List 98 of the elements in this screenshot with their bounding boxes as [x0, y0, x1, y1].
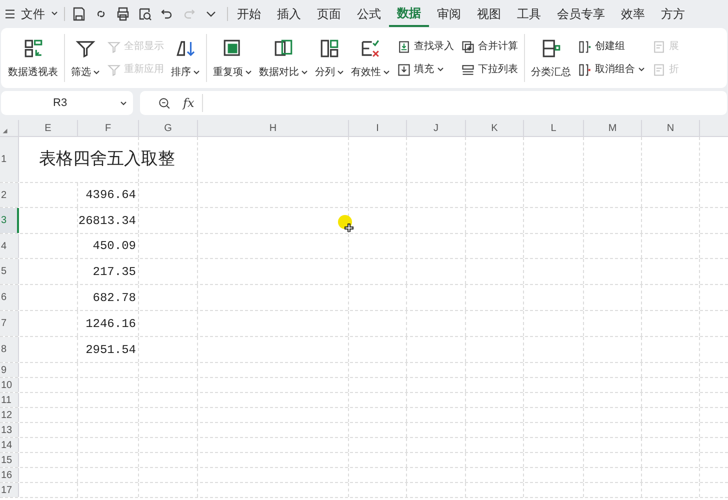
function-label[interactable]: fx [183, 94, 204, 112]
table-cell-text: 217.35 [92, 264, 136, 280]
ribbon-button[interactable]: 筛选 [68, 34, 103, 82]
ribbon-tab[interactable]: 效率 [613, 0, 653, 27]
table-cell-text: 2951.54 [86, 342, 136, 358]
caret-icon [120, 100, 127, 106]
ribbon-tab[interactable]: 审阅 [429, 0, 469, 27]
row-header[interactable]: 12 [0, 408, 19, 422]
funnel-icon [107, 40, 121, 54]
column-header[interactable]: H [198, 120, 349, 136]
row-header[interactable]: 9 [0, 363, 19, 377]
row-header[interactable]: 4 [0, 234, 19, 258]
row-header[interactable]: 6 [0, 285, 19, 310]
row-header[interactable]: 15 [0, 453, 19, 467]
ribbon-button[interactable]: 排序 [168, 34, 203, 82]
ribbon-tab[interactable]: 工具 [509, 0, 549, 27]
funnel-icon [75, 38, 96, 59]
column-header[interactable]: G [139, 120, 198, 136]
grid-icon [22, 38, 44, 59]
table-cell-text: 26813.34 [78, 212, 136, 230]
formula-field[interactable]: fx [140, 91, 727, 115]
ribbon-button[interactable]: 数据对比 [256, 34, 311, 82]
row-header[interactable]: 16 [0, 468, 19, 482]
group-icon [578, 40, 592, 54]
ribbon-button[interactable]: 合并计算 [460, 36, 519, 56]
caret-icon [301, 70, 308, 75]
ribbon-button[interactable]: 数据透视表 [5, 34, 61, 82]
ribbon-button[interactable]: 有效性 [348, 34, 393, 82]
ribbon-button[interactable]: 查找录入 [396, 36, 455, 56]
print-icon [115, 6, 131, 22]
duplicate-icon [222, 38, 243, 59]
row-header[interactable]: 17 [0, 483, 19, 497]
select-all-icon [2, 128, 8, 134]
row-header[interactable]: 11 [0, 393, 19, 407]
plus-square-icon [461, 40, 475, 54]
row-header[interactable]: 3 [0, 208, 19, 233]
ribbon-button[interactable]: 填充 [396, 60, 455, 80]
print-preview-icon [137, 6, 153, 22]
clipboard-icon [397, 40, 411, 54]
ribbon-button[interactable]: 取消组合 [577, 60, 646, 80]
caret-icon [337, 70, 344, 75]
ribbon-button[interactable]: 下拉列表 [460, 60, 519, 80]
menu-icon [4, 8, 16, 20]
table-cell-text: 1246.16 [86, 316, 136, 332]
fill-icon [397, 62, 411, 76]
columns-icon [319, 38, 340, 59]
column-header[interactable]: L [524, 120, 584, 136]
ribbon-button[interactable]: 分类汇总 [528, 34, 574, 82]
caret-icon [437, 67, 444, 72]
row-header[interactable]: 5 [0, 259, 19, 284]
table-cell-text: 450.09 [92, 238, 136, 255]
row-header[interactable]: 1 [0, 137, 19, 182]
caret-icon [245, 70, 252, 75]
caret-icon [193, 70, 200, 75]
validation-icon [360, 38, 381, 59]
row-header[interactable]: 7 [0, 311, 19, 336]
row-header[interactable]: 2 [0, 183, 19, 207]
document-icon [652, 62, 666, 76]
ribbon-tab[interactable]: 方方 [653, 0, 693, 27]
ribbon-tab[interactable]: 视图 [469, 0, 509, 27]
ribbon-button[interactable]: 重复项 [210, 34, 255, 82]
file-menu[interactable]: 文件 [21, 4, 58, 22]
row-header[interactable]: 14 [0, 438, 19, 452]
column-header[interactable]: M [584, 120, 642, 136]
compare-icon [273, 38, 294, 59]
column-header[interactable]: I [349, 120, 407, 136]
column-header[interactable]: J [407, 120, 466, 136]
column-header[interactable]: N [642, 120, 700, 136]
save-icon [71, 6, 87, 22]
ribbon-button[interactable]: 创建组 [577, 36, 646, 56]
ribbon-tab[interactable]: 公式 [349, 0, 389, 27]
column-header[interactable]: K [466, 120, 524, 136]
zoom-icon [158, 96, 171, 110]
row-header[interactable]: 8 [0, 337, 19, 362]
subtotal-icon [540, 38, 562, 59]
caret-icon [638, 67, 645, 72]
ribbon-tab[interactable]: 开始 [229, 0, 269, 27]
caret-icon [51, 11, 58, 16]
column-header[interactable]: E [19, 120, 78, 136]
table-cell-text: 4396.64 [86, 187, 136, 204]
sort-icon [175, 38, 196, 59]
row-header[interactable]: 13 [0, 423, 19, 437]
cursor-icon [337, 214, 355, 232]
row-header[interactable]: 10 [0, 378, 19, 392]
ribbon-tab[interactable]: 插入 [269, 0, 309, 27]
ribbon-button[interactable]: 分列 [312, 34, 347, 82]
ungroup-icon [578, 62, 592, 76]
document-icon [652, 40, 666, 54]
name-box[interactable]: R3 [1, 91, 133, 115]
table-cell-text: 682.78 [92, 290, 136, 306]
caret-icon [383, 70, 390, 75]
list-icon [461, 62, 475, 76]
table-cell-text: 表格四舍五入取整 [39, 148, 175, 171]
ribbon-tab[interactable]: 会员专享 [549, 0, 613, 27]
funnel-icon [107, 62, 121, 76]
ribbon-tab[interactable]: 页面 [309, 0, 349, 27]
column-header[interactable]: F [78, 120, 139, 136]
caret-icon [93, 70, 100, 75]
